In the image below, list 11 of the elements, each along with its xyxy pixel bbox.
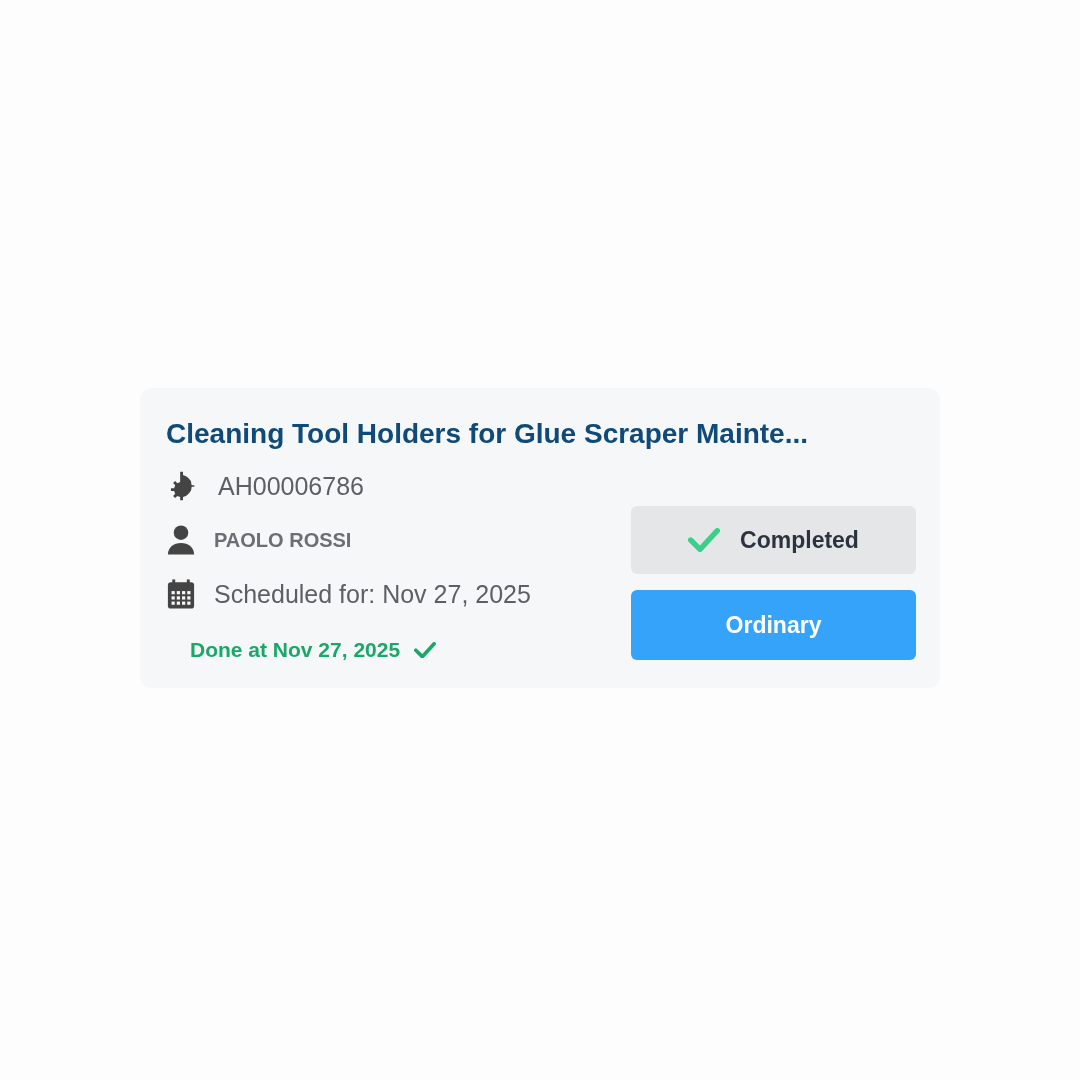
scheduled-date: Scheduled for: Nov 27, 2025 (214, 579, 531, 609)
check-icon (688, 528, 721, 552)
calendar-icon (166, 578, 196, 610)
asset-code: AH00006786 (218, 471, 364, 501)
assignee-name: PAOLO ROSSI (214, 528, 352, 552)
check-icon (414, 641, 437, 659)
task-title: Cleaning Tool Holders for Glue Scraper Mainte... (166, 418, 810, 450)
priority-badge: Ordinary (631, 590, 916, 660)
status-label: Completed (740, 526, 859, 554)
done-note: Done at Nov 27, 2025 (190, 638, 401, 662)
person-icon (166, 524, 196, 556)
